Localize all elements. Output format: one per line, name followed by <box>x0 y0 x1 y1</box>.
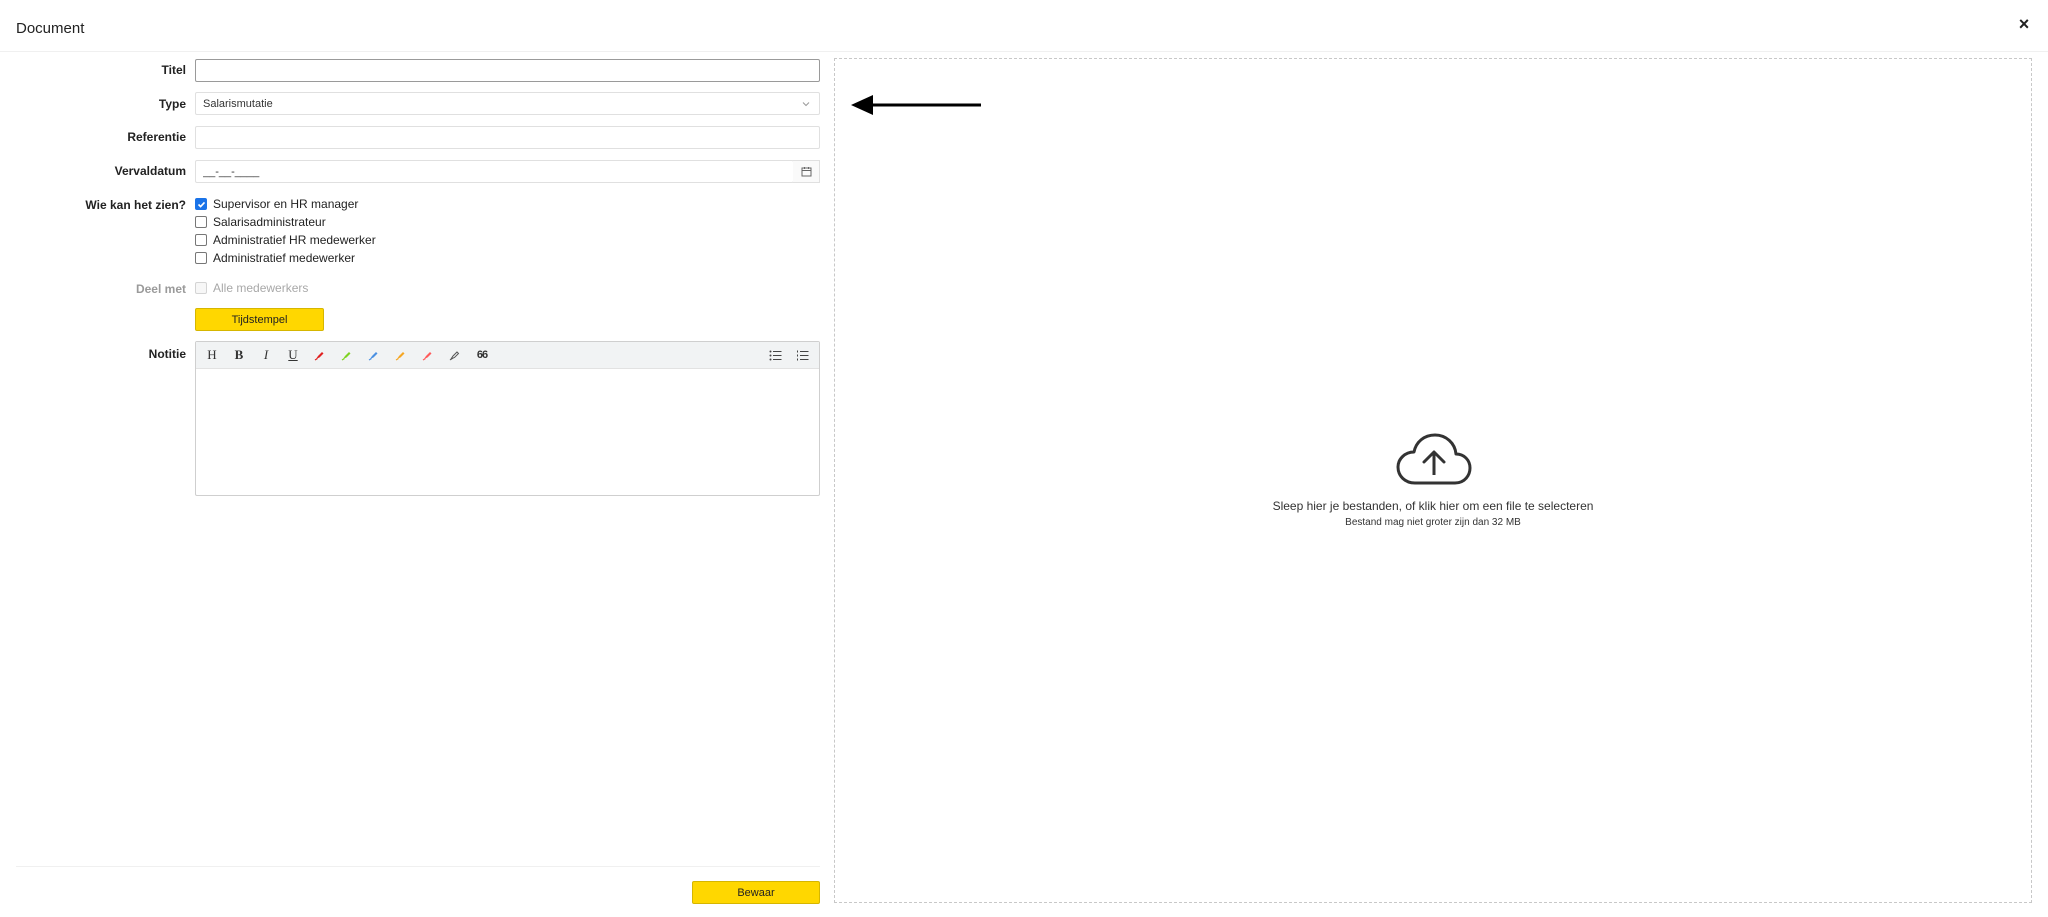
note-label: Notitie <box>148 347 186 361</box>
underline-button[interactable]: U <box>282 345 304 365</box>
calendar-button[interactable] <box>793 160 820 183</box>
file-dropzone[interactable]: Sleep hier je bestanden, of klik hier om… <box>834 58 2032 903</box>
bullet-list-icon <box>769 350 781 360</box>
checkbox[interactable] <box>195 234 207 246</box>
eraser-icon <box>449 351 460 361</box>
title-input[interactable] <box>195 59 820 82</box>
checkbox[interactable] <box>195 216 207 228</box>
visibility-option-supervisor[interactable]: Supervisor en HR manager <box>195 196 358 212</box>
marker-blue-button[interactable] <box>363 345 385 365</box>
marker-green-button[interactable] <box>336 345 358 365</box>
close-icon[interactable]: × <box>2014 14 2034 34</box>
type-select[interactable]: Salarismutatie <box>195 92 820 115</box>
check-icon <box>197 201 205 208</box>
upload-limit: Bestand mag niet groter zijn dan 32 MB <box>1345 517 1521 528</box>
visibility-label: Wie kan het zien? <box>85 198 186 212</box>
title-label: Titel <box>161 63 186 77</box>
marker-green-icon <box>341 352 351 361</box>
editor-toolbar: H B I U 66 <box>196 342 819 369</box>
bold-button[interactable]: B <box>228 345 250 365</box>
visibility-option-label: Administratief medewerker <box>213 251 356 265</box>
chevron-down-icon <box>802 102 810 107</box>
reference-label: Referentie <box>127 130 186 144</box>
heading-button[interactable]: H <box>201 345 223 365</box>
visibility-option-label: Administratief HR medewerker <box>213 233 376 247</box>
share-label: Deel met <box>135 282 186 296</box>
visibility-option-admin[interactable]: Administratief medewerker <box>195 250 355 266</box>
marker-pink-icon <box>422 352 432 361</box>
share-option-all: Alle medewerkers <box>195 280 308 296</box>
type-select-value: Salarismutatie <box>203 97 273 110</box>
checkbox[interactable] <box>195 252 207 264</box>
marker-red-icon <box>314 352 324 361</box>
italic-button[interactable]: I <box>255 345 277 365</box>
save-button[interactable]: Bewaar <box>692 881 820 904</box>
eraser-button[interactable] <box>444 345 466 365</box>
calendar-icon <box>801 167 811 177</box>
bullet-list-button[interactable] <box>764 345 786 365</box>
quote-button[interactable]: 66 <box>471 345 493 365</box>
timestamp-button[interactable]: Tijdstempel <box>195 308 324 331</box>
checkbox-checked[interactable] <box>195 198 207 210</box>
list-buttons <box>764 345 813 365</box>
dialog-title: Document <box>16 20 85 37</box>
numbered-list-button[interactable] <box>791 345 813 365</box>
reference-input[interactable] <box>195 126 820 149</box>
marker-pink-button[interactable] <box>417 345 439 365</box>
note-editor-body[interactable] <box>196 369 819 495</box>
marker-orange-icon <box>395 352 405 361</box>
footer-divider <box>16 866 820 867</box>
upload-instruction: Sleep hier je bestanden, of klik hier om… <box>1272 499 1594 513</box>
arrow-left-icon <box>851 95 981 115</box>
visibility-option-label: Salarisadministrateur <box>213 215 326 229</box>
visibility-option-label: Supervisor en HR manager <box>213 197 359 211</box>
note-editor: H B I U 66 <box>195 341 820 496</box>
type-label: Type <box>158 97 186 111</box>
marker-orange-button[interactable] <box>390 345 412 365</box>
visibility-option-payroll[interactable]: Salarisadministrateur <box>195 214 326 230</box>
checkbox-disabled <box>195 282 207 294</box>
cloud-upload-icon <box>1396 433 1472 485</box>
modal-header: Document × <box>0 0 2048 52</box>
marker-red-button[interactable] <box>309 345 331 365</box>
due-date-input[interactable] <box>195 160 794 183</box>
marker-blue-icon <box>368 352 378 361</box>
numbered-list-icon <box>796 350 808 360</box>
share-option-label: Alle medewerkers <box>213 281 309 295</box>
due-date-label: Vervaldatum <box>114 164 186 178</box>
visibility-option-hr-admin[interactable]: Administratief HR medewerker <box>195 232 376 248</box>
